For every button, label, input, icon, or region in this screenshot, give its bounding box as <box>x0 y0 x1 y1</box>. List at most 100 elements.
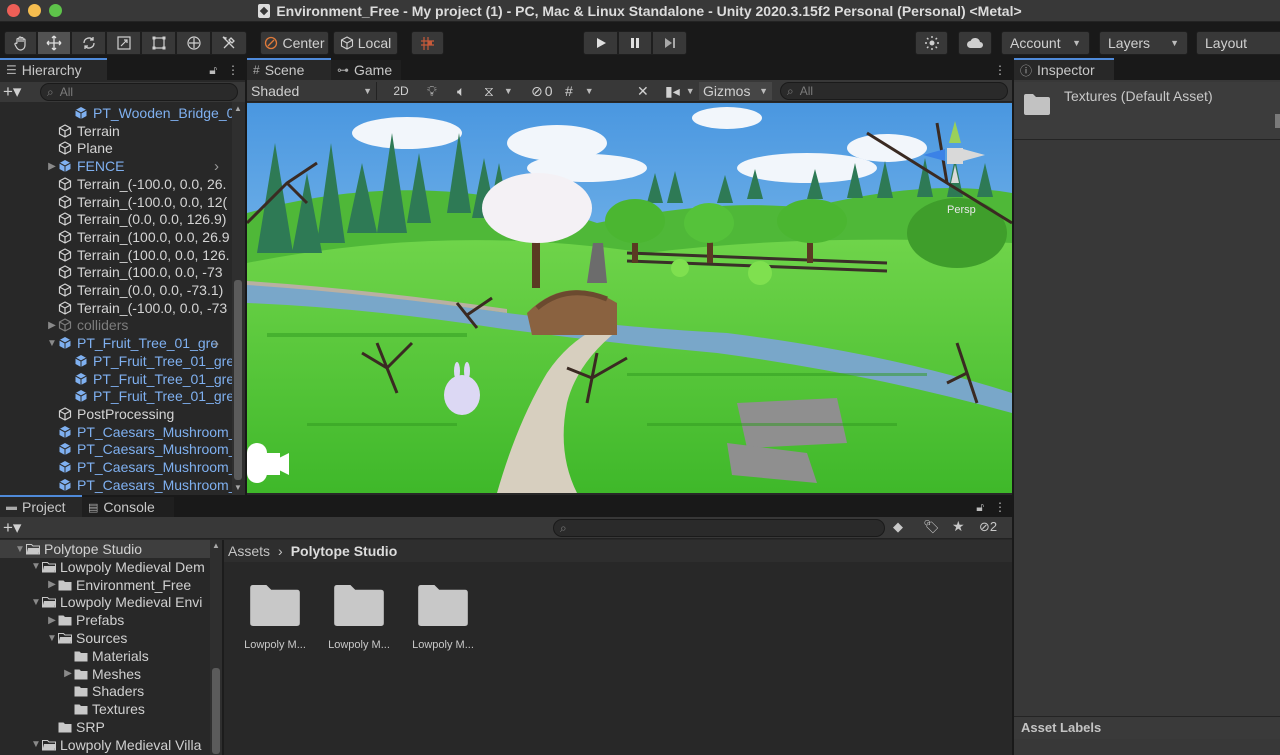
lighting-toggle[interactable]: 💡︎ <box>427 82 437 100</box>
hierarchy-item[interactable]: PT_Caesars_Mushroom_ <box>46 440 232 458</box>
scroll-down-icon[interactable]: ▼ <box>234 483 242 492</box>
custom-tool-button[interactable] <box>211 31 247 55</box>
collapse-arrow-icon[interactable]: ▼ <box>46 633 58 644</box>
layout-dropdown[interactable]: Layout <box>1196 31 1280 55</box>
hierarchy-item[interactable]: Terrain_(100.0, 0.0, 126. <box>46 246 230 264</box>
project-tree-item[interactable]: ▶ Environment_Free <box>46 576 210 594</box>
hand-tool-button[interactable] <box>4 31 37 55</box>
audio-toggle[interactable]: 🔈︎ <box>457 82 465 100</box>
hierarchy-item[interactable]: Terrain <box>46 122 120 140</box>
expand-arrow-icon[interactable]: ▶ <box>46 615 58 626</box>
layers-dropdown[interactable]: Layers ▼ <box>1099 31 1188 55</box>
rotate-tool-button[interactable] <box>71 31 106 55</box>
add-object-button[interactable]: +▾ <box>3 82 21 102</box>
hidden-objects-toggle[interactable]: ⊘ 0 <box>531 82 553 100</box>
scroll-up-icon[interactable]: ▲ <box>234 104 242 113</box>
asset-folder[interactable]: Lowpoly M... <box>244 584 315 651</box>
lock-icon[interactable]: 🔓︎ <box>976 500 984 515</box>
hierarchy-scrollbar[interactable]: ▲ ▼ <box>232 102 245 495</box>
zoom-window-button[interactable] <box>49 4 62 17</box>
package-manager-button[interactable] <box>915 31 948 55</box>
tag-icon[interactable]: 🏷︎ <box>923 519 940 535</box>
scroll-up-icon[interactable]: ▲ <box>212 541 220 550</box>
hierarchy-item[interactable]: Terrain_(0.0, 0.0, -73.1) <box>46 281 223 299</box>
hierarchy-item[interactable]: ▶ FENCE › <box>46 157 219 175</box>
project-tree-item[interactable]: SRP <box>46 718 210 736</box>
project-tree-item[interactable]: ▼ Lowpoly Medieval Villa <box>30 736 210 754</box>
hierarchy-item[interactable]: PostProcessing <box>46 405 174 423</box>
hierarchy-item[interactable]: PT_Wooden_Bridge_0 <box>62 104 232 122</box>
minimize-window-button[interactable] <box>28 4 41 17</box>
pivot-rotation-button[interactable]: Local <box>333 31 398 55</box>
scroll-thumb[interactable] <box>234 280 242 480</box>
tab-hierarchy[interactable]: ☰ Hierarchy <box>0 58 107 80</box>
account-dropdown[interactable]: Account ▼ <box>1001 31 1090 55</box>
tab-inspector[interactable]: ⓘ Inspector <box>1014 58 1114 80</box>
lock-icon[interactable]: 🔓︎ <box>209 63 217 78</box>
hierarchy-item[interactable]: Terrain_(-100.0, 0.0, 26. <box>46 175 226 193</box>
collapse-arrow-icon[interactable]: ▼ <box>46 338 58 349</box>
tab-scene[interactable]: # Scene <box>247 58 331 80</box>
star-icon[interactable]: ★ <box>952 518 965 535</box>
collapse-arrow-icon[interactable]: ▼ <box>14 544 26 555</box>
hierarchy-item[interactable]: Terrain_(100.0, 0.0, -73 <box>46 263 223 281</box>
project-tree-item[interactable]: Shaders <box>62 682 210 700</box>
collapse-arrow-icon[interactable]: ▼ <box>30 561 42 572</box>
transform-tool-button[interactable] <box>176 31 211 55</box>
project-tree-item[interactable]: ▶ Meshes <box>62 665 210 683</box>
gizmos-dropdown[interactable]: Gizmos ▼ <box>699 82 772 100</box>
hierarchy-item[interactable]: Terrain_(-100.0, 0.0, 12( <box>46 193 227 211</box>
hidden-packages-toggle[interactable]: ⊘2 <box>979 519 997 535</box>
shading-mode-dropdown[interactable]: Shaded ▼ <box>251 82 377 100</box>
pivot-mode-button[interactable]: Center <box>260 31 329 55</box>
effects-toggle[interactable]: ⧖ ▼ <box>484 82 513 100</box>
open-prefab-arrow-icon[interactable]: › <box>214 158 219 175</box>
play-button[interactable] <box>583 31 618 55</box>
project-tree-item[interactable]: ▼ Lowpoly Medieval Dem <box>30 558 210 576</box>
asset-folder[interactable]: Lowpoly M... <box>412 584 483 651</box>
hierarchy-item[interactable]: ▼ PT_Fruit_Tree_01_gre › <box>46 334 219 352</box>
hierarchy-item[interactable]: PT_Caesars_Mushroom_ <box>46 423 232 441</box>
cloud-button[interactable] <box>958 31 992 55</box>
move-tool-button[interactable] <box>37 31 71 55</box>
more-options-icon[interactable]: ⋮ <box>994 63 1006 77</box>
more-options-icon[interactable]: ⋮ <box>227 63 239 78</box>
close-window-button[interactable] <box>7 4 20 17</box>
toggle-2d-button[interactable]: 2D <box>389 82 413 100</box>
hierarchy-search-input[interactable]: ⌕ All <box>40 83 238 101</box>
hierarchy-item[interactable]: PT_Fruit_Tree_01_gree <box>62 370 232 388</box>
hierarchy-item[interactable]: ▶ colliders <box>46 316 128 334</box>
project-tree-item[interactable]: ▼ Sources <box>46 629 210 647</box>
tab-console[interactable]: ▤ Console <box>82 497 174 517</box>
hierarchy-item[interactable]: PT_Caesars_Mushroom_ <box>46 476 232 494</box>
hierarchy-item[interactable]: Terrain_(-100.0, 0.0, -73 <box>46 299 227 317</box>
breadcrumb-assets[interactable]: Assets <box>228 543 270 559</box>
grid-snapping-button[interactable] <box>411 31 444 55</box>
hierarchy-item[interactable]: Plane <box>46 139 113 157</box>
asset-folder[interactable]: Lowpoly M... <box>328 584 399 651</box>
hierarchy-item[interactable]: PT_Caesars_Mushroom_ <box>46 458 232 476</box>
expand-arrow-icon[interactable]: ▶ <box>46 579 58 590</box>
collapse-arrow-icon[interactable]: ▼ <box>30 739 42 750</box>
scroll-thumb[interactable] <box>212 668 220 754</box>
tab-game[interactable]: ⊶ Game <box>331 60 401 80</box>
project-tree-item[interactable]: ▶ Prefabs <box>46 611 210 629</box>
scene-search-input[interactable]: ⌕ All <box>780 82 1008 100</box>
expand-arrow-icon[interactable]: ▶ <box>62 668 74 679</box>
filter-type-icon[interactable]: ◆ <box>893 519 903 535</box>
camera-dropdown[interactable]: ▮◂ ▼ <box>665 82 695 100</box>
breadcrumb-current[interactable]: Polytope Studio <box>291 543 398 559</box>
project-tree-item[interactable]: ▼ Lowpoly Medieval Envi <box>30 593 210 611</box>
scene-viewport[interactable]: Persp <box>247 103 1012 493</box>
project-search-input[interactable]: ⌕ <box>553 519 885 537</box>
hierarchy-item[interactable]: PT_Fruit_Tree_01_gree <box>62 387 232 405</box>
hierarchy-item[interactable]: Terrain_(0.0, 0.0, 126.9) <box>46 210 226 228</box>
pause-button[interactable] <box>618 31 652 55</box>
hierarchy-item[interactable]: PT_Fruit_Tree_01_gree <box>62 352 232 370</box>
hierarchy-item[interactable]: Terrain_(100.0, 0.0, 26.9 <box>46 228 230 246</box>
expand-arrow-icon[interactable]: ▶ <box>46 320 58 331</box>
tab-project[interactable]: ▬ Project <box>0 495 82 517</box>
step-button[interactable] <box>652 31 687 55</box>
tools-toggle[interactable]: ✕ <box>637 82 649 100</box>
project-tree-item[interactable]: Textures <box>62 700 210 718</box>
